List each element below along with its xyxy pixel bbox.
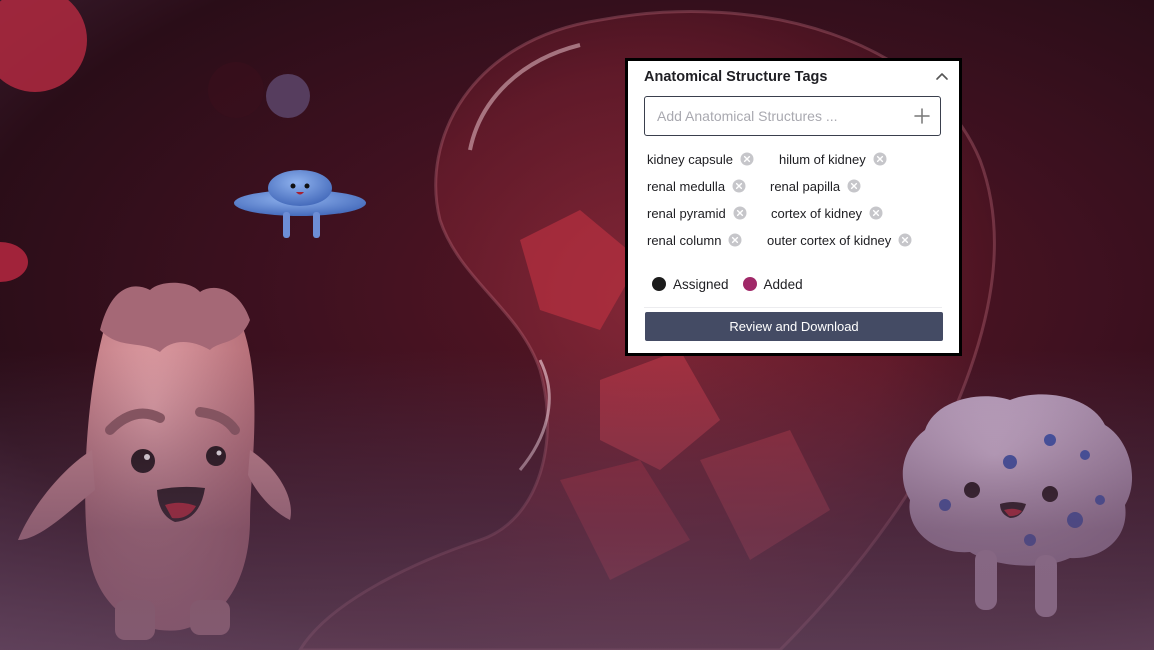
tag-label: renal medulla — [647, 178, 726, 194]
review-and-download-button[interactable]: Review and Download — [645, 312, 943, 341]
tag-label: kidney capsule — [647, 151, 733, 167]
tag-chip: renal medulla — [647, 177, 746, 195]
chevron-up-icon[interactable] — [932, 68, 952, 86]
close-circle-icon[interactable] — [728, 233, 742, 247]
close-circle-icon[interactable] — [898, 233, 912, 247]
tag-chip: cortex of kidney — [771, 204, 883, 222]
panel-title: Anatomical Structure Tags — [644, 69, 828, 85]
background-scene — [0, 0, 1154, 650]
background-gradient — [0, 350, 1154, 650]
panel-header: Anatomical Structure Tags — [644, 68, 948, 90]
tag-label: renal pyramid — [647, 205, 726, 221]
plus-icon[interactable] — [913, 107, 931, 125]
tag-chip: kidney capsule — [647, 150, 754, 168]
anatomical-structure-tags-panel: Anatomical Structure Tags kidney capsule… — [625, 58, 962, 356]
legend-dot-added — [742, 277, 757, 291]
close-circle-icon[interactable] — [847, 179, 861, 193]
divider — [644, 307, 942, 308]
tag-label: outer cortex of kidney — [767, 232, 892, 248]
close-circle-icon[interactable] — [873, 152, 887, 166]
anatomical-structure-input[interactable] — [657, 106, 902, 126]
legend-label-assigned: Assigned — [673, 276, 729, 292]
legend-dot-assigned — [652, 277, 666, 291]
close-circle-icon[interactable] — [869, 206, 883, 220]
tag-chip: hilum of kidney — [779, 150, 887, 168]
tag-label: renal papilla — [770, 178, 841, 194]
close-circle-icon[interactable] — [732, 179, 746, 193]
close-circle-icon[interactable] — [740, 152, 754, 166]
tag-label: cortex of kidney — [771, 205, 863, 221]
tag-chip: renal column — [647, 231, 742, 249]
tag-chip: outer cortex of kidney — [767, 231, 912, 249]
tag-chip: renal papilla — [770, 177, 861, 195]
tag-status-legend: Assigned Added — [652, 275, 817, 293]
tag-chip: renal pyramid — [647, 204, 747, 222]
legend-label-added: Added — [763, 276, 803, 292]
tag-label: renal column — [647, 232, 722, 248]
search-field[interactable] — [644, 96, 941, 136]
close-circle-icon[interactable] — [733, 206, 747, 220]
tag-label: hilum of kidney — [779, 151, 866, 167]
